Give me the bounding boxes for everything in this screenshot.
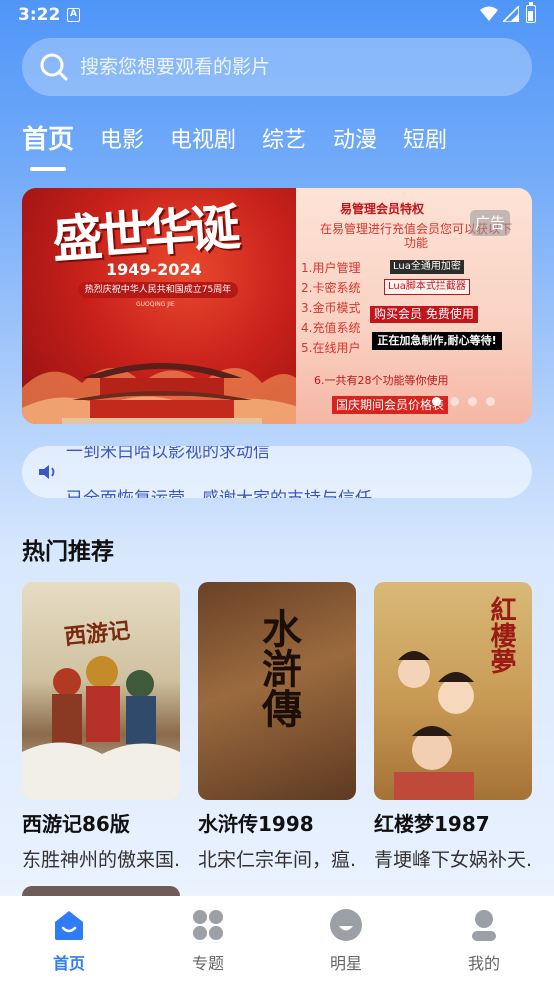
movie-card[interactable]: 西游记 西游记86版 东胜神州的傲来国... (22, 582, 180, 872)
promo-buy: 购买会员 免费使用 (370, 306, 478, 323)
promo-item: 4.充值系统 (301, 321, 361, 335)
tab-anime[interactable]: 动漫 (333, 122, 377, 154)
movie-desc: 东胜神州的傲来国... (22, 849, 180, 871)
user-icon (472, 910, 496, 941)
search-bar[interactable] (22, 38, 532, 96)
nav-label: 专题 (191, 954, 224, 973)
movie-poster[interactable]: 水滸傳 (198, 582, 356, 800)
banner-subtitle: 热烈庆祝中华人民共和国成立75周年 (78, 282, 238, 298)
promo-tag-interceptor: Lua脚本式拦截器 (384, 279, 470, 295)
battery-icon (526, 2, 536, 23)
grid-icon (193, 910, 223, 940)
tab-short-drama[interactable]: 短剧 (403, 122, 447, 154)
promo-item: 1.用户管理 (301, 261, 361, 275)
nav-label: 首页 (52, 954, 85, 973)
promo-item: 2.卡密系统 (301, 281, 361, 295)
tab-variety[interactable]: 综艺 (262, 122, 306, 154)
banner-years: 1949-2024 (106, 260, 202, 279)
poster-calligraphy: 水滸傳 (255, 608, 302, 728)
movie-poster[interactable]: 紅樓夢 (374, 582, 532, 800)
status-time: 3:22 (18, 5, 61, 25)
notification-icon: A (67, 8, 80, 22)
wifi-icon (480, 6, 498, 21)
carousel-dot[interactable] (450, 397, 459, 406)
tab-movies[interactable]: 电影 (100, 122, 144, 154)
promo-item: 5.在线用户 (301, 341, 361, 355)
tab-indicator (30, 167, 66, 171)
search-input[interactable] (80, 38, 510, 96)
movie-title: 西游记86版 (22, 812, 130, 836)
poster-figures-icon (22, 656, 180, 800)
star-face-icon (330, 909, 362, 941)
carousel-dot[interactable] (486, 397, 495, 406)
carousel-dot[interactable] (468, 397, 477, 406)
nav-mine[interactable]: 我的 (444, 908, 524, 978)
banner-pinyin: GUOQING JIE (136, 301, 175, 308)
carousel-dot[interactable] (432, 397, 441, 406)
nav-stars[interactable]: 明星 (306, 908, 386, 978)
nav-label: 我的 (467, 954, 500, 973)
promo-list: 1.用户管理 2.卡密系统 3.金币模式 4.充值系统 5.在线用户 (301, 258, 360, 358)
banner-carousel[interactable]: 盛世华诞 1949-2024 热烈庆祝中华人民共和国成立75周年 GUOQING… (22, 188, 532, 424)
movie-title: 红楼梦1987 (374, 812, 490, 836)
nav-home[interactable]: 首页 (29, 908, 109, 978)
notice-text: 一到米白哈以影视的求动信 (66, 446, 270, 462)
notice-text: 已全面恢复运营，感谢大家的支持与信任 (66, 484, 372, 498)
promo-price: 国庆期间会员价格表 (332, 396, 449, 414)
banner-national-day: 盛世华诞 1949-2024 热烈庆祝中华人民共和国成立75周年 GUOQING… (22, 188, 296, 424)
promo-item: 3.金币模式 (301, 301, 361, 315)
promo-total: 6.一共有28个功能等你使用 (314, 374, 449, 387)
promo-tag-encrypt: Lua全通用加密 (390, 260, 464, 274)
ad-badge: 广告 (470, 210, 510, 236)
movie-poster[interactable]: 西游记 (22, 582, 180, 800)
home-icon (55, 911, 83, 940)
tab-home[interactable]: 首页 (22, 119, 74, 156)
search-icon (40, 53, 68, 81)
movie-card[interactable]: 紅樓夢 红楼梦1987 青埂峰下女娲补天... (374, 582, 532, 872)
promo-heading: 易管理会员特权 (340, 202, 425, 216)
movie-title: 水浒传1998 (198, 812, 314, 836)
nav-label: 明星 (329, 954, 362, 973)
nav-topics[interactable]: 专题 (168, 908, 248, 978)
status-bar: 3:22 A (0, 0, 554, 30)
signal-icon (503, 6, 519, 22)
notice-marquee[interactable]: 一到米白哈以影视的求动信 已全面恢复运营，感谢大家的支持与信任 (22, 446, 532, 498)
tab-tv-series[interactable]: 电视剧 (170, 122, 236, 154)
movie-card[interactable]: 水滸傳 水浒传1998 北宋仁宗年间，瘟... (198, 582, 356, 872)
bottom-nav: 首页 专题 明星 我的 (0, 896, 554, 984)
promo-building: 正在加急制作,耐心等待! (372, 332, 502, 350)
movie-desc: 青埂峰下女娲补天... (374, 849, 532, 871)
speaker-icon (39, 465, 55, 479)
poster-figures-icon (394, 651, 474, 800)
movie-desc: 北宋仁宗年间，瘟... (198, 849, 356, 871)
palace-icon (62, 363, 262, 424)
section-title: 热门推荐 (22, 539, 114, 565)
